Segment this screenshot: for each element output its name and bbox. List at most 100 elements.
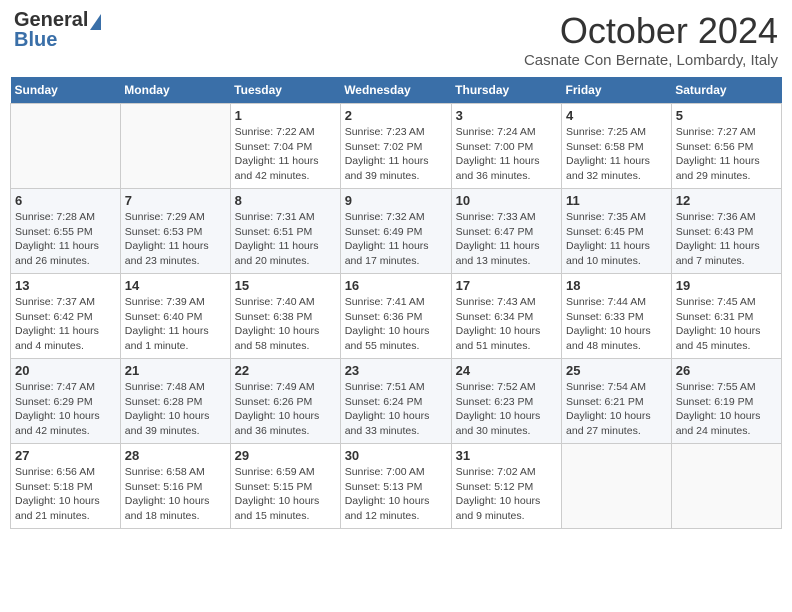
day-info: Sunrise: 7:36 AMSunset: 6:43 PMDaylight:… [676,210,777,269]
calendar-cell: 11Sunrise: 7:35 AMSunset: 6:45 PMDayligh… [562,189,672,274]
day-info: Sunrise: 7:44 AMSunset: 6:33 PMDaylight:… [566,295,667,354]
day-number: 27 [15,448,116,463]
weekday-header-friday: Friday [562,77,672,104]
day-info: Sunrise: 7:47 AMSunset: 6:29 PMDaylight:… [15,380,116,439]
day-info: Sunrise: 7:37 AMSunset: 6:42 PMDaylight:… [15,295,116,354]
calendar-cell: 9Sunrise: 7:32 AMSunset: 6:49 PMDaylight… [340,189,451,274]
day-number: 4 [566,108,667,123]
day-number: 1 [235,108,336,123]
day-number: 25 [566,363,667,378]
weekday-header-row: SundayMondayTuesdayWednesdayThursdayFrid… [11,77,782,104]
day-info: Sunrise: 7:28 AMSunset: 6:55 PMDaylight:… [15,210,116,269]
week-row-2: 6Sunrise: 7:28 AMSunset: 6:55 PMDaylight… [11,189,782,274]
calendar-cell: 12 Sunrise: 7:36 AMSunset: 6:43 PMDayligh… [671,189,781,274]
day-number: 31 [456,448,557,463]
calendar-cell: 28Sunrise: 6:58 AMSunset: 5:16 PMDayligh… [120,444,230,529]
day-info: Sunrise: 7:02 AMSunset: 5:12 PMDaylight:… [456,465,557,524]
day-info: Sunrise: 7:27 AMSunset: 6:56 PMDaylight:… [676,125,777,184]
day-info: Sunrise: 7:31 AMSunset: 6:51 PMDaylight:… [235,210,336,269]
calendar-cell: 17 Sunrise: 7:43 AMSunset: 6:34 PMDayligh… [451,274,561,359]
day-info: Sunrise: 7:48 AMSunset: 6:28 PMDaylight:… [125,380,226,439]
day-number: 17 [456,278,557,293]
week-row-3: 13 Sunrise: 7:37 AMSunset: 6:42 PMDayligh… [11,274,782,359]
day-number: 23 [345,363,447,378]
day-number: 10 [456,193,557,208]
calendar-cell: 7 Sunrise: 7:29 AMSunset: 6:53 PMDaylight… [120,189,230,274]
day-number: 18 [566,278,667,293]
calendar-cell: 6Sunrise: 7:28 AMSunset: 6:55 PMDaylight… [11,189,121,274]
day-info: Sunrise: 7:41 AMSunset: 6:36 PMDaylight:… [345,295,447,354]
day-info: Sunrise: 7:33 AMSunset: 6:47 PMDaylight:… [456,210,557,269]
day-number: 30 [345,448,447,463]
week-row-4: 20 Sunrise: 7:47 AMSunset: 6:29 PMDayligh… [11,359,782,444]
day-info: Sunrise: 7:22 AMSunset: 7:04 PMDaylight:… [235,125,336,184]
week-row-5: 27 Sunrise: 6:56 AMSunset: 5:18 PMDayligh… [11,444,782,529]
weekday-header-monday: Monday [120,77,230,104]
calendar-cell: 13 Sunrise: 7:37 AMSunset: 6:42 PMDayligh… [11,274,121,359]
weekday-header-thursday: Thursday [451,77,561,104]
day-info: Sunrise: 7:51 AMSunset: 6:24 PMDaylight:… [345,380,447,439]
logo-blue-text: Blue [14,29,57,51]
day-info: Sunrise: 6:56 AMSunset: 5:18 PMDaylight:… [15,465,116,524]
day-number: 14 [125,278,226,293]
calendar-cell [11,104,121,189]
day-info: Sunrise: 7:43 AMSunset: 6:34 PMDaylight:… [456,295,557,354]
day-info: Sunrise: 7:29 AMSunset: 6:53 PMDaylight:… [125,210,226,269]
calendar-cell: 18 Sunrise: 7:44 AMSunset: 6:33 PMDayligh… [562,274,672,359]
day-number: 20 [15,363,116,378]
day-info: Sunrise: 7:45 AMSunset: 6:31 PMDaylight:… [676,295,777,354]
day-info: Sunrise: 7:49 AMSunset: 6:26 PMDaylight:… [235,380,336,439]
day-number: 8 [235,193,336,208]
calendar-cell: 14 Sunrise: 7:39 AMSunset: 6:40 PMDayligh… [120,274,230,359]
day-number: 29 [235,448,336,463]
calendar-cell: 2 Sunrise: 7:23 AMSunset: 7:02 PMDaylight… [340,104,451,189]
day-info: Sunrise: 7:23 AMSunset: 7:02 PMDaylight:… [345,125,447,184]
day-info: Sunrise: 6:59 AMSunset: 5:15 PMDaylight:… [235,465,336,524]
weekday-header-sunday: Sunday [11,77,121,104]
location-title: Casnate Con Bernate, Lombardy, Italy [524,52,778,69]
day-info: Sunrise: 7:52 AMSunset: 6:23 PMDaylight:… [456,380,557,439]
calendar-cell: 23 Sunrise: 7:51 AMSunset: 6:24 PMDayligh… [340,359,451,444]
calendar-cell: 31 Sunrise: 7:02 AMSunset: 5:12 PMDayligh… [451,444,561,529]
day-info: Sunrise: 7:35 AMSunset: 6:45 PMDaylight:… [566,210,667,269]
calendar-cell: 21Sunrise: 7:48 AMSunset: 6:28 PMDayligh… [120,359,230,444]
calendar-cell: 26 Sunrise: 7:55 AMSunset: 6:19 PMDayligh… [671,359,781,444]
title-block: October 2024 Casnate Con Bernate, Lombar… [524,10,778,69]
logo-triangle-icon [90,14,101,30]
calendar-cell: 1 Sunrise: 7:22 AMSunset: 7:04 PMDaylight… [230,104,340,189]
day-info: Sunrise: 7:55 AMSunset: 6:19 PMDaylight:… [676,380,777,439]
day-number: 2 [345,108,447,123]
calendar-cell: 16 Sunrise: 7:41 AMSunset: 6:36 PMDayligh… [340,274,451,359]
day-number: 9 [345,193,447,208]
day-number: 16 [345,278,447,293]
calendar-cell: 10 Sunrise: 7:33 AMSunset: 6:47 PMDayligh… [451,189,561,274]
day-info: Sunrise: 7:25 AMSunset: 6:58 PMDaylight:… [566,125,667,184]
weekday-header-tuesday: Tuesday [230,77,340,104]
day-number: 22 [235,363,336,378]
day-number: 12 [676,193,777,208]
page-header: General Blue October 2024 Casnate Con Be… [10,10,782,69]
day-number: 13 [15,278,116,293]
day-info: Sunrise: 7:39 AMSunset: 6:40 PMDaylight:… [125,295,226,354]
calendar-cell: 25Sunrise: 7:54 AMSunset: 6:21 PMDayligh… [562,359,672,444]
day-number: 15 [235,278,336,293]
day-number: 24 [456,363,557,378]
logo-general-text: General [14,9,88,31]
calendar-cell: 30Sunrise: 7:00 AMSunset: 5:13 PMDayligh… [340,444,451,529]
weekday-header-saturday: Saturday [671,77,781,104]
calendar-cell: 19Sunrise: 7:45 AMSunset: 6:31 PMDayligh… [671,274,781,359]
day-number: 7 [125,193,226,208]
day-number: 3 [456,108,557,123]
calendar-cell: 4 Sunrise: 7:25 AMSunset: 6:58 PMDaylight… [562,104,672,189]
calendar-body: 1 Sunrise: 7:22 AMSunset: 7:04 PMDaylight… [11,104,782,529]
calendar-cell: 3Sunrise: 7:24 AMSunset: 7:00 PMDaylight… [451,104,561,189]
day-number: 5 [676,108,777,123]
calendar-cell [120,104,230,189]
calendar-cell: 15Sunrise: 7:40 AMSunset: 6:38 PMDayligh… [230,274,340,359]
day-number: 26 [676,363,777,378]
calendar-cell: 29 Sunrise: 6:59 AMSunset: 5:15 PMDayligh… [230,444,340,529]
logo: General Blue [14,10,101,50]
calendar-cell [671,444,781,529]
day-number: 28 [125,448,226,463]
calendar-cell: 22 Sunrise: 7:49 AMSunset: 6:26 PMDayligh… [230,359,340,444]
